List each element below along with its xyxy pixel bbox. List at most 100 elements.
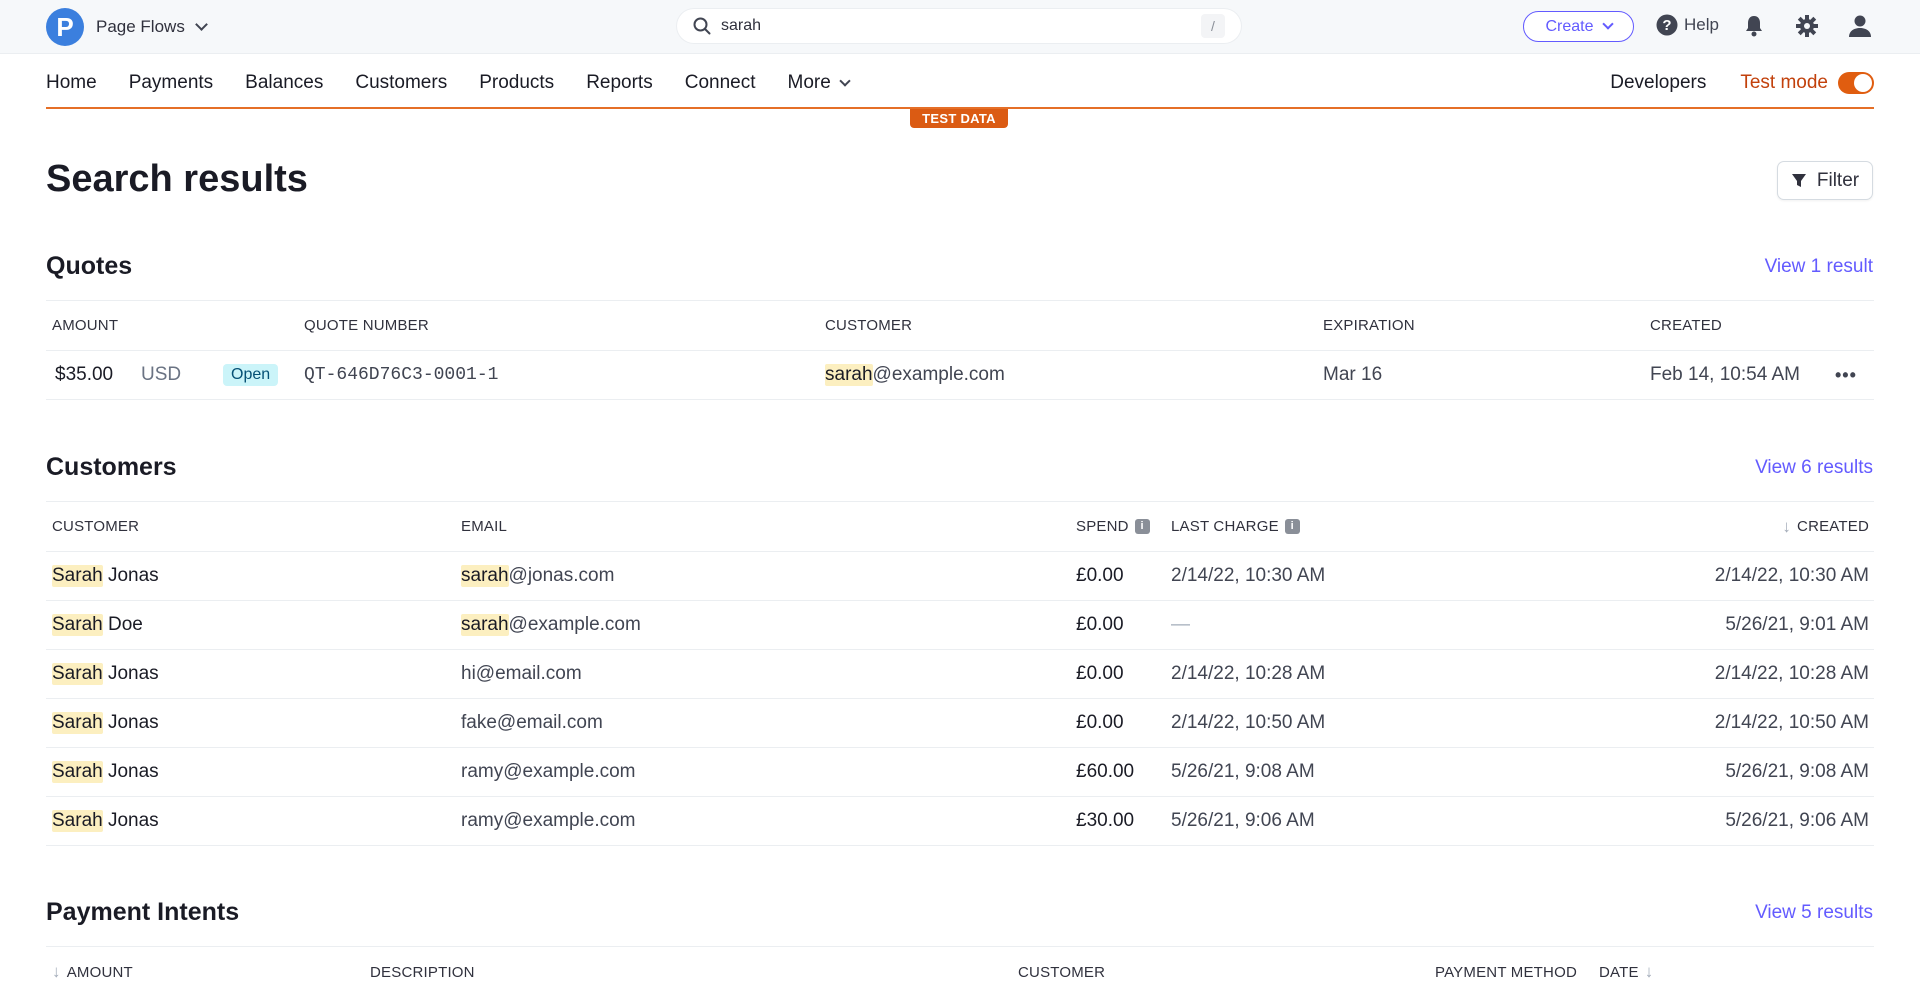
- customers-section-title: Customers: [46, 453, 177, 481]
- customer-last-charge: 5/26/21, 9:08 AM: [1171, 761, 1315, 782]
- nav-payments[interactable]: Payments: [129, 72, 213, 94]
- search-input[interactable]: [721, 17, 1181, 35]
- nav-home[interactable]: Home: [46, 72, 97, 94]
- payment-intents-section-title: Payment Intents: [46, 898, 240, 926]
- spend-header-label: SPEND: [1076, 518, 1129, 535]
- search-match-highlight: Sarah: [52, 663, 103, 685]
- chevron-down-icon: [1601, 18, 1614, 30]
- table-row[interactable]: Sarah Doe sarah @example.com £0.00 — 5/26/21,…: [46, 601, 1874, 650]
- nav-more[interactable]: More: [788, 72, 851, 94]
- nav-products[interactable]: Products: [479, 72, 554, 94]
- col-header-email: EMAIL: [461, 518, 508, 535]
- nav-connect[interactable]: Connect: [685, 72, 756, 94]
- settings-button[interactable]: [1794, 13, 1820, 39]
- table-row[interactable]: Sarah Jonas hi@email.com £0.00 2/14/22, 10:…: [46, 650, 1874, 699]
- notifications-button[interactable]: [1741, 13, 1767, 39]
- customers-view-results-link[interactable]: View 6 results: [1755, 457, 1873, 479]
- table-row[interactable]: Sarah Jonas ramy@example.com £60.00 5/26/21…: [46, 748, 1874, 797]
- col-header-payment-method: PAYMENT METHOD: [1435, 963, 1577, 981]
- account-switcher[interactable]: P Page Flows: [46, 8, 208, 46]
- customer-spend: £30.00: [1076, 810, 1135, 831]
- search-match-highlight: sarah: [825, 364, 873, 386]
- help-button[interactable]: ? Help: [1656, 14, 1719, 36]
- filter-icon: [1791, 173, 1806, 187]
- customer-email-rest: @jonas.com: [508, 565, 615, 586]
- filter-button[interactable]: Filter: [1777, 161, 1873, 200]
- search-match-highlight: Sarah: [52, 712, 103, 734]
- customer-email-rest: @example.com: [508, 614, 641, 635]
- table-row[interactable]: Sarah Jonas sarah @jonas.com £0.00 2/14/22, …: [46, 552, 1874, 601]
- customer-email: hi@email.com: [461, 650, 582, 698]
- customer-name-rest: Jonas: [102, 565, 159, 586]
- amount-header-label: AMOUNT: [66, 963, 133, 981]
- info-icon[interactable]: i: [1134, 519, 1150, 534]
- col-header-date[interactable]: DATE ↓: [1599, 947, 1653, 997]
- customer-name-rest: Jonas: [102, 663, 159, 684]
- col-header-created[interactable]: ↓ CREATED: [1782, 502, 1869, 551]
- col-header-quote-number: QUOTE NUMBER: [304, 317, 429, 334]
- profile-button[interactable]: [1847, 13, 1873, 39]
- customer-email-rest: @example.com: [872, 364, 1005, 385]
- search-match-highlight: Sarah: [52, 810, 103, 832]
- customer-last-charge: 2/14/22, 10:28 AM: [1171, 663, 1326, 684]
- account-name: Page Flows: [96, 17, 185, 36]
- quotes-section-title: Quotes: [46, 252, 133, 280]
- table-row[interactable]: $35.00 USD Open QT-646D76C3-0001-1 sarah…: [46, 351, 1874, 400]
- test-mode-label: Test mode: [1740, 72, 1828, 93]
- payment-intents-table: ↓ AMOUNT DESCRIPTION CUSTOMER PAYMENT MET…: [46, 946, 1874, 997]
- customer-name[interactable]: Sarah Jonas: [52, 797, 159, 845]
- customer-name-rest: Jonas: [102, 712, 159, 733]
- search-match-highlight: Sarah: [52, 565, 103, 587]
- col-header-customer: CUSTOMER: [1018, 963, 1106, 981]
- row-actions-button[interactable]: •••: [1835, 351, 1857, 399]
- create-button[interactable]: Create: [1523, 11, 1634, 42]
- search-match-highlight: Sarah: [52, 761, 103, 783]
- developers-link[interactable]: Developers: [1610, 72, 1706, 94]
- filter-label: Filter: [1816, 169, 1860, 191]
- search-box[interactable]: /: [677, 9, 1241, 43]
- customer-last-charge: —: [1171, 614, 1190, 635]
- status-badge: Open: [223, 364, 279, 386]
- table-row[interactable]: Sarah Jonas ramy@example.com £30.00 5/26/21…: [46, 797, 1874, 846]
- quotes-view-results-link[interactable]: View 1 result: [1765, 256, 1873, 278]
- top-bar: P Page Flows / Create ? Help: [0, 0, 1920, 54]
- sort-down-arrow-icon: ↓: [52, 962, 61, 981]
- customer-name[interactable]: Sarah Jonas: [52, 650, 159, 698]
- customer-spend: £0.00: [1076, 663, 1124, 684]
- customer-created: 5/26/21, 9:06 AM: [1725, 810, 1869, 831]
- nav-balances[interactable]: Balances: [245, 72, 323, 94]
- search-match-highlight: sarah: [461, 565, 509, 587]
- chevron-down-icon: [839, 74, 851, 87]
- customer-email-rest: ramy@example.com: [461, 761, 636, 782]
- col-header-last-charge[interactable]: LAST CHARGE i: [1171, 502, 1300, 551]
- quote-customer[interactable]: sarah @example.com: [825, 351, 1005, 399]
- col-header-spend[interactable]: SPEND i: [1076, 502, 1150, 551]
- test-mode-toggle[interactable]: [1838, 72, 1874, 94]
- date-header-label: DATE: [1599, 963, 1639, 981]
- table-row[interactable]: Sarah Jonas fake@email.com £0.00 2/14/22, 1…: [46, 699, 1874, 748]
- customer-name-rest: Jonas: [102, 761, 159, 782]
- customer-created: 2/14/22, 10:30 AM: [1714, 565, 1869, 586]
- customer-email-rest: hi@email.com: [461, 663, 582, 684]
- quote-currency: USD: [141, 364, 182, 385]
- customer-email-rest: ramy@example.com: [461, 810, 636, 831]
- bell-icon: [1746, 16, 1762, 37]
- customer-spend: £0.00: [1076, 614, 1124, 635]
- customer-email: sarah @jonas.com: [461, 552, 614, 600]
- help-label: Help: [1684, 15, 1719, 34]
- customer-spend: £60.00: [1076, 761, 1135, 782]
- customer-name[interactable]: Sarah Jonas: [52, 552, 159, 600]
- customer-name[interactable]: Sarah Doe: [52, 601, 143, 649]
- customer-name-rest: Jonas: [102, 810, 159, 831]
- customer-name[interactable]: Sarah Jonas: [52, 699, 159, 747]
- gear-icon: [1796, 15, 1818, 37]
- customer-name[interactable]: Sarah Jonas: [52, 748, 159, 796]
- info-icon[interactable]: i: [1284, 519, 1300, 534]
- nav-customers[interactable]: Customers: [355, 72, 447, 94]
- nav-reports[interactable]: Reports: [586, 72, 653, 94]
- payment-intents-view-results-link[interactable]: View 5 results: [1755, 902, 1873, 924]
- account-logo: P: [46, 8, 84, 46]
- customer-last-charge: 5/26/21, 9:06 AM: [1171, 810, 1315, 831]
- col-header-amount[interactable]: ↓ AMOUNT: [52, 947, 133, 997]
- col-header-created: CREATED: [1650, 317, 1722, 334]
